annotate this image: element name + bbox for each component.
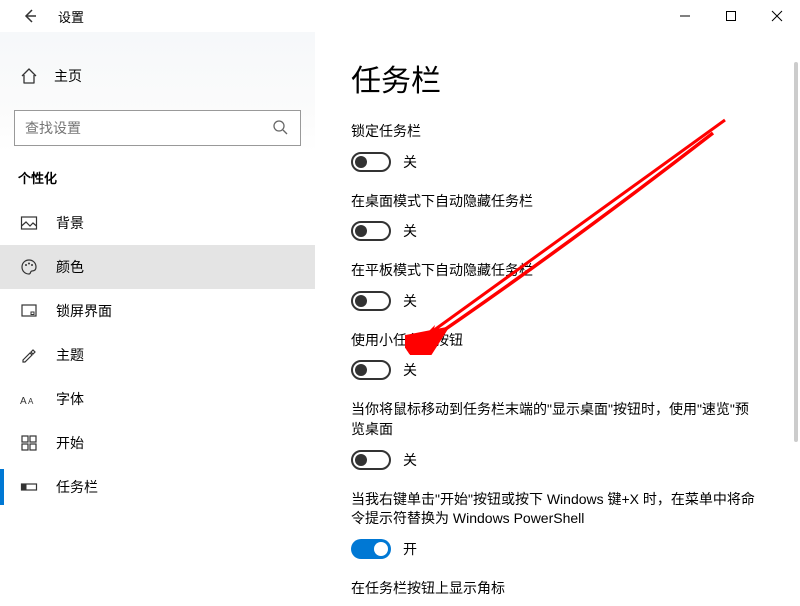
window-title: 设置 [58,7,84,26]
scrollbar-thumb[interactable] [794,62,798,442]
scrollbar[interactable] [794,62,798,602]
toggle-state: 关 [403,152,417,172]
theme-icon [20,346,38,364]
search-input[interactable] [25,120,272,136]
toggle-switch[interactable] [351,450,391,470]
toggle-state: 关 [403,221,417,241]
sidebar-item-background[interactable]: 背景 [0,201,315,245]
setting-small-buttons: 使用小任务栏按钮 关 [351,331,780,381]
sidebar-item-themes[interactable]: 主题 [0,333,315,377]
setting-autohide-desktop: 在桌面模式下自动隐藏任务栏 关 [351,192,780,242]
picture-icon [20,214,38,232]
toggle-switch[interactable] [351,152,391,172]
font-icon: AA [20,390,38,408]
sidebar: 主页 个性化 背景 颜色 [0,32,315,606]
toggle-row: 关 [351,291,780,311]
toggle-state: 开 [403,539,417,559]
maximize-button[interactable] [708,0,754,32]
back-button[interactable] [20,6,40,26]
setting-label: 在平板模式下自动隐藏任务栏 [351,261,761,281]
taskbar-icon [20,478,38,496]
minimize-icon [679,10,691,22]
toggle-row: 关 [351,221,780,241]
titlebar: 设置 [0,0,800,32]
toggle-row: 开 [351,539,780,559]
toggle-switch[interactable] [351,360,391,380]
nav-items: 背景 颜色 锁屏界面 主题 [0,201,315,509]
close-icon [771,10,783,22]
setting-label: 使用小任务栏按钮 [351,331,761,351]
toggle-state: 关 [403,360,417,380]
svg-text:A: A [28,397,34,406]
setting-lock-taskbar: 锁定任务栏 关 [351,122,780,172]
setting-autohide-tablet: 在平板模式下自动隐藏任务栏 关 [351,261,780,311]
sidebar-item-start[interactable]: 开始 [0,421,315,465]
toggle-row: 关 [351,450,780,470]
svg-text:A: A [20,396,27,407]
setting-label: 当你将鼠标移动到任务栏末端的"显示桌面"按钮时，使用"速览"预览桌面 [351,400,761,439]
search-box[interactable] [14,110,301,146]
main-container: 主页 个性化 背景 颜色 [0,32,800,606]
window-controls [662,0,800,32]
toggle-switch[interactable] [351,539,391,559]
toggle-row: 关 [351,152,780,172]
start-icon [20,434,38,452]
sidebar-item-lockscreen[interactable]: 锁屏界面 [0,289,315,333]
sidebar-item-label: 锁屏界面 [56,301,112,321]
sidebar-item-colors[interactable]: 颜色 [0,245,315,289]
close-button[interactable] [754,0,800,32]
sidebar-item-label: 颜色 [56,257,84,277]
content: 任务栏 锁定任务栏 关 在桌面模式下自动隐藏任务栏 关 在平板模式下自动隐藏任务… [315,32,800,606]
sidebar-item-fonts[interactable]: AA 字体 [0,377,315,421]
minimize-button[interactable] [662,0,708,32]
sidebar-home-label: 主页 [54,66,82,86]
toggle-state: 关 [403,450,417,470]
sidebar-section-label: 个性化 [18,168,315,187]
setting-label: 锁定任务栏 [351,122,761,142]
lockscreen-icon [20,302,38,320]
palette-icon [20,258,38,276]
sidebar-item-label: 字体 [56,389,84,409]
setting-label: 当我右键单击"开始"按钮或按下 Windows 键+X 时，在菜单中将命令提示符… [351,490,761,529]
sidebar-item-label: 主题 [56,345,84,365]
arrow-left-icon [22,8,38,24]
sidebar-item-label: 背景 [56,213,84,233]
page-title: 任务栏 [351,56,780,100]
search-icon [272,119,290,137]
toggle-switch[interactable] [351,221,391,241]
toggle-row: 关 [351,360,780,380]
setting-powershell-replace: 当我右键单击"开始"按钮或按下 Windows 键+X 时，在菜单中将命令提示符… [351,490,780,559]
sidebar-item-label: 开始 [56,433,84,453]
maximize-icon [725,10,737,22]
setting-show-badges: 在任务栏按钮上显示角标 开 [351,579,780,606]
sidebar-home[interactable]: 主页 [0,56,315,96]
toggle-state: 关 [403,291,417,311]
sidebar-item-taskbar[interactable]: 任务栏 [0,465,315,509]
toggle-switch[interactable] [351,291,391,311]
home-icon [20,67,38,85]
sidebar-item-label: 任务栏 [56,477,98,497]
setting-label: 在桌面模式下自动隐藏任务栏 [351,192,761,212]
setting-label: 在任务栏按钮上显示角标 [351,579,761,599]
setting-peek-preview: 当你将鼠标移动到任务栏末端的"显示桌面"按钮时，使用"速览"预览桌面 关 [351,400,780,469]
